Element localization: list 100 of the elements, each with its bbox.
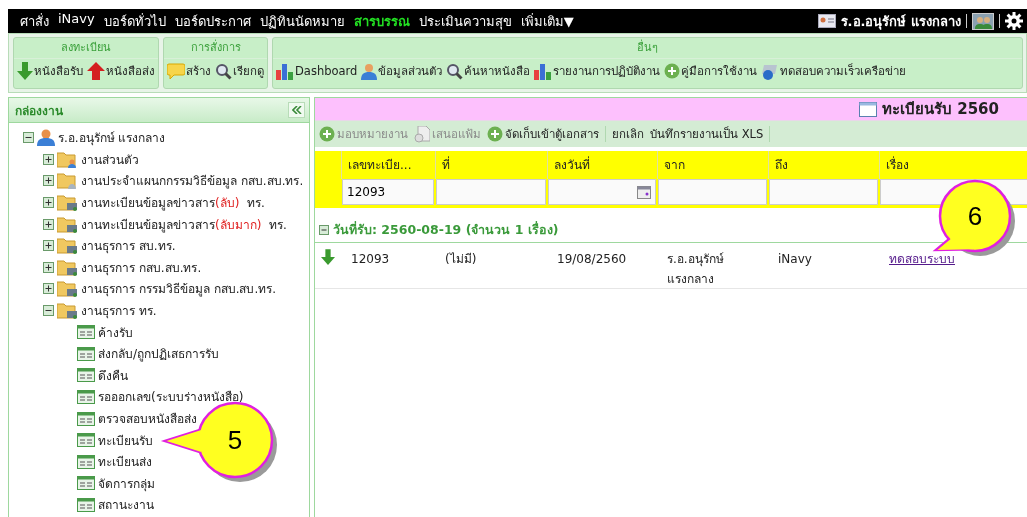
toolbar-button[interactable]: ค้นหาหนังสือ <box>446 62 531 80</box>
tree-item[interactable]: รอออกเลข(ระบบร่างหนังสือ) <box>98 387 244 407</box>
collapse-button[interactable] <box>288 102 305 118</box>
tree-item[interactable]: ร.อ.อนุรักษ์ แรงกลาง <box>58 128 166 148</box>
menu-item[interactable]: ศาสั่ง <box>20 10 49 32</box>
user-name[interactable]: ร.อ.อนุรักษ์ แรงกลาง <box>840 10 961 32</box>
expand-icon[interactable] <box>43 218 54 230</box>
folder-icon <box>57 280 78 298</box>
table-cell: iNavy <box>778 252 812 266</box>
folder-icon <box>57 258 78 276</box>
date-filter-field[interactable] <box>548 179 656 205</box>
bar-chart-icon <box>276 62 294 80</box>
collapse-icon[interactable] <box>23 132 34 144</box>
speech-bubble-icon <box>167 63 185 79</box>
menu-item[interactable]: iNavy <box>58 10 95 32</box>
tree-item[interactable]: งานธุรการ กสบ.สบ.ทร. <box>81 257 202 277</box>
toolbar-group-title: ลงทะเบียน <box>14 38 158 59</box>
action-button[interactable]: จัดเก็บเข้าตู้เอกสาร <box>487 125 599 143</box>
table-cell: 12093 <box>351 252 390 266</box>
plus-circle-icon <box>319 126 335 142</box>
tree-item[interactable]: งานทะเบียนข้อมูลข่าวสาร(ลับมาก) ทร. <box>81 214 287 234</box>
action-button[interactable]: บันทึกรายงานเป็น XLS <box>650 125 764 143</box>
toolbar-group-title: อื่นๆ <box>273 38 1022 59</box>
plus-circle-icon <box>664 63 681 79</box>
panel-title: ทะเบียนรับ 2560 <box>882 99 999 120</box>
people-icon[interactable] <box>972 12 994 30</box>
list-icon <box>77 368 95 383</box>
expand-icon[interactable] <box>43 175 54 187</box>
folder-icon <box>57 172 78 190</box>
toolbar-button[interactable]: สร้าง <box>167 62 211 80</box>
expand-icon[interactable] <box>43 283 54 295</box>
table-cell: (ไม่มี) <box>445 252 477 266</box>
tree-item[interactable]: งานส่วนตัว <box>81 149 139 169</box>
tree-item[interactable]: ค้างรับ <box>98 322 133 342</box>
tree-item[interactable]: สถานะงาน <box>98 495 154 515</box>
menu-item[interactable]: สารบรรณ <box>353 10 410 32</box>
down-arrow-icon <box>17 62 33 80</box>
toolbar-button[interactable]: หนังสือส่ง <box>87 62 155 80</box>
subject-link[interactable]: ทดสอบระบบ <box>889 252 955 266</box>
menu-item[interactable]: บอร์ดประกาศ <box>174 10 251 32</box>
folder-icon <box>57 194 78 212</box>
tree-item[interactable]: งานธุรการ สบ.ทร. <box>81 236 176 256</box>
tree-item[interactable]: งานธุรการ ทร. <box>81 301 157 321</box>
filter-field[interactable]: 12093 <box>342 179 434 205</box>
settings-icon[interactable] <box>1005 12 1023 30</box>
expand-icon[interactable] <box>43 261 54 273</box>
toolbar-button[interactable]: Dashboard <box>276 62 358 80</box>
sidebar-title: กล่องงาน <box>15 102 63 120</box>
table-cell: ร.อ.อนุรักษ์ แรงกลาง <box>667 252 724 286</box>
expand-icon[interactable] <box>43 240 54 252</box>
menu-item[interactable]: ปฏิทินนัดหมาย <box>259 10 345 32</box>
toolbar-button[interactable]: ข้อมูลส่วนตัว <box>361 62 443 80</box>
table-cell: 19/08/2560 <box>557 252 627 266</box>
toolbar-button[interactable]: รายงานการปฏิบัติงาน <box>534 62 661 80</box>
toolbar-button[interactable]: เรียกดู <box>215 62 264 80</box>
folder-icon <box>57 302 78 320</box>
person-icon <box>361 62 378 80</box>
tree-item[interactable]: ส่งกลับ/ถูกปฏิเสธการรับ <box>98 344 220 364</box>
tree-item[interactable]: ดึงคืน <box>98 365 128 385</box>
folder-icon <box>57 150 78 168</box>
tree-item[interactable]: ทะเบียนรับ <box>98 430 153 450</box>
tree-item[interactable]: งานประจำแผนกกรรมวิธีข้อมูล กสบ.สบ.ทร. <box>81 171 304 191</box>
document-icon <box>414 125 430 143</box>
tree-item[interactable]: ทะเบียนส่ง <box>98 452 152 472</box>
list-icon <box>77 389 95 404</box>
menu-item[interactable]: เพิ่มเติม▼ <box>520 10 574 32</box>
double-chevron-icon <box>291 106 302 114</box>
toolbar-button[interactable]: ทดสอบความเร็วเครือข่าย <box>761 62 907 80</box>
folder-icon <box>57 215 78 233</box>
list-icon <box>77 497 95 512</box>
id-card-icon[interactable] <box>817 14 836 28</box>
list-icon <box>77 411 95 426</box>
menu-item[interactable]: ประเมินความสุข <box>418 10 512 32</box>
globe-icon <box>761 62 780 80</box>
callout-number: 5 <box>226 424 244 456</box>
collapse-icon[interactable] <box>43 305 54 317</box>
toolbar-button[interactable]: หนังสือรับ <box>17 62 83 80</box>
filter-field[interactable] <box>436 179 546 205</box>
list-icon <box>77 325 95 340</box>
down-arrow-icon <box>321 249 335 265</box>
expand-icon[interactable] <box>43 197 54 209</box>
list-icon <box>77 346 95 361</box>
person-icon <box>37 129 55 147</box>
plus-circle-icon <box>487 126 503 142</box>
calendar-icon[interactable] <box>637 185 651 199</box>
toolbar-button[interactable]: คู่มือการใช้งาน <box>664 62 758 80</box>
folder-icon <box>57 237 78 255</box>
up-arrow-icon <box>87 62 105 80</box>
filter-field[interactable] <box>769 179 878 205</box>
bar-chart-icon <box>534 62 553 80</box>
tree-item[interactable]: งานทะเบียนข้อมูลข่าวสาร(ลับ) ทร. <box>81 193 265 213</box>
expand-icon[interactable] <box>43 153 54 165</box>
list-icon <box>77 476 95 491</box>
tree-item[interactable]: ตรวจสอบหนังสือส่ง <box>98 409 197 428</box>
action-button[interactable]: ยกเลิก <box>612 125 644 143</box>
tree-item[interactable]: งานธุรการ กรรมวิธีข้อมูล กสบ.สบ.ทร. <box>81 279 277 299</box>
filter-field[interactable] <box>658 179 767 205</box>
tree-item[interactable]: จัดการกลุ่ม <box>98 473 155 493</box>
menu-item[interactable]: บอร์ดทั่วไป <box>103 10 166 32</box>
list-icon <box>77 454 95 469</box>
